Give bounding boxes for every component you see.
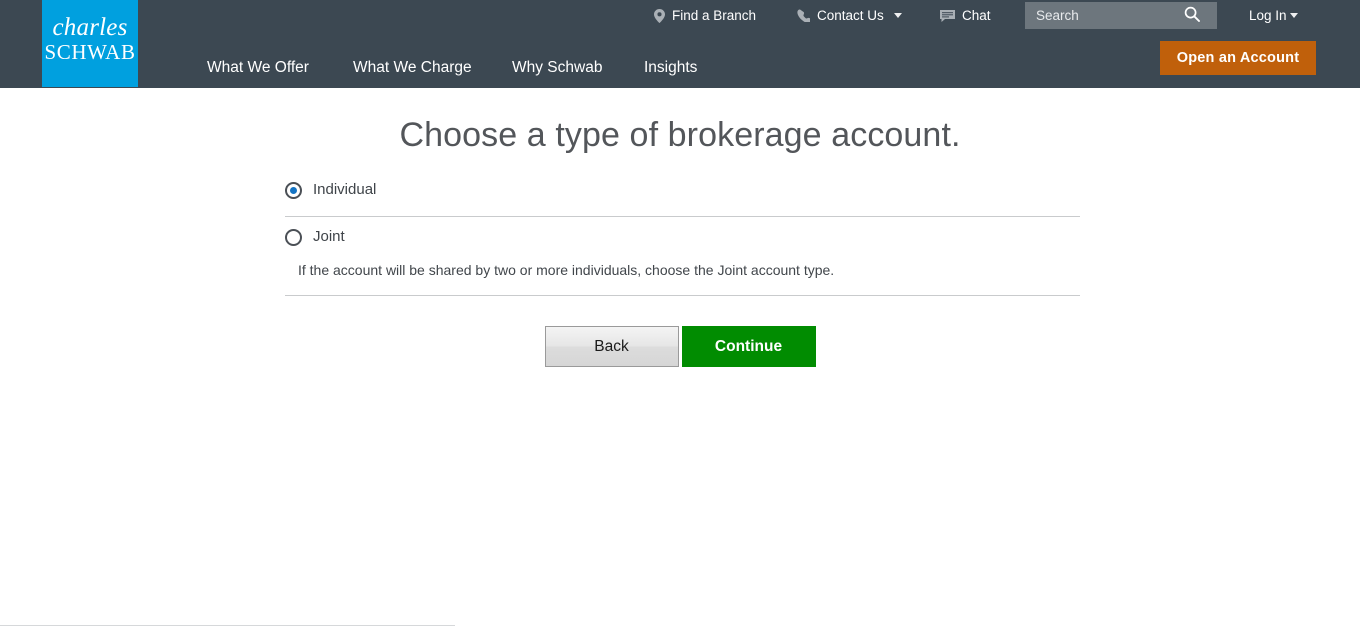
radio-individual-control[interactable] [285, 181, 302, 199]
radio-individual-label: Individual [313, 181, 377, 198]
find-a-branch-link[interactable]: Find a Branch [654, 7, 756, 24]
location-pin-icon [654, 8, 665, 23]
search-box[interactable] [1025, 2, 1217, 29]
chat-label: Chat [962, 8, 991, 23]
phone-icon [797, 9, 811, 24]
bottom-divider [0, 625, 455, 626]
open-an-account-button[interactable]: Open an Account [1160, 41, 1316, 75]
nav-item-why-schwab[interactable]: Why Schwab [512, 58, 602, 78]
contact-us-link[interactable]: Contact Us [797, 7, 902, 24]
utility-nav: Find a Branch Contact Us Chat Search Log… [0, 0, 1360, 30]
chevron-down-icon [893, 13, 902, 18]
search-icon [1184, 6, 1200, 25]
log-in-menu[interactable]: Log In [1249, 7, 1298, 24]
search-button[interactable] [1175, 2, 1209, 29]
main-nav: What We Offer What We Charge Why Schwab … [0, 52, 1360, 88]
chat-link[interactable]: Chat [940, 7, 991, 24]
radio-joint-control[interactable] [285, 228, 302, 246]
option-row-joint[interactable]: Joint If the account will be shared by t… [285, 217, 1080, 296]
page-title: Choose a type of brokerage account. [399, 116, 961, 154]
form-actions: Back Continue [0, 326, 1360, 367]
nav-item-what-we-offer[interactable]: What We Offer [207, 58, 309, 78]
radio-individual[interactable]: Individual [285, 180, 376, 200]
find-a-branch-label: Find a Branch [672, 8, 757, 23]
joint-helper-text: If the account will be shared by two or … [298, 262, 835, 278]
contact-us-label: Contact Us [817, 8, 884, 23]
chevron-down-icon [1289, 13, 1298, 18]
site-header: charles SCHWAB Find a Branch Contact Us … [0, 0, 1360, 88]
radio-joint-label: Joint [313, 228, 345, 245]
back-button[interactable]: Back [544, 326, 679, 367]
continue-button[interactable]: Continue [681, 326, 816, 367]
option-row-individual[interactable]: Individual [285, 170, 1080, 217]
nav-item-insights[interactable]: Insights [644, 58, 697, 78]
nav-item-what-we-charge[interactable]: What We Charge [353, 58, 472, 78]
account-type-options: Individual Joint If the account will be … [285, 170, 1080, 296]
log-in-label: Log In [1249, 8, 1287, 23]
search-input[interactable] [1025, 3, 1175, 28]
main-content: Choose a type of brokerage account. Indi… [0, 88, 1360, 630]
chat-bubble-icon [940, 9, 955, 22]
radio-joint[interactable]: Joint [285, 227, 345, 247]
